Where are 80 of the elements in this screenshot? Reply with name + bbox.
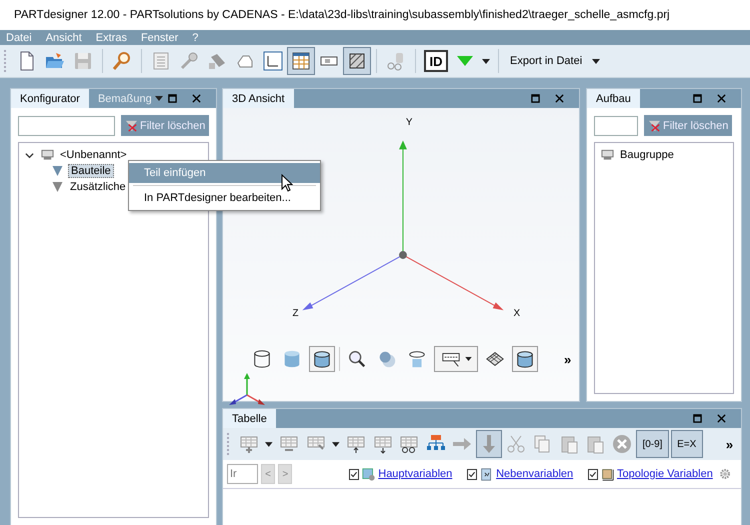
maximize-icon[interactable] <box>531 94 540 103</box>
close-icon[interactable] <box>717 414 726 423</box>
tree-item[interactable]: <Unbenannt> <box>58 149 129 161</box>
hatched-square-icon <box>347 51 367 71</box>
panel-tab[interactable]: Konfigurator <box>11 89 89 108</box>
cursor-icon <box>281 174 293 192</box>
axis-label: Z <box>292 308 299 320</box>
close-icon[interactable] <box>192 94 201 103</box>
more-button[interactable]: » <box>560 352 576 366</box>
panel-tab[interactable]: Aufbau <box>587 89 640 108</box>
assembly-icon <box>601 149 614 161</box>
caret-icon[interactable] <box>154 96 163 101</box>
close-icon[interactable] <box>555 94 564 103</box>
row-down-icon <box>372 434 393 454</box>
checkbox[interactable] <box>467 468 478 480</box>
view-button[interactable] <box>512 346 538 372</box>
maximize-icon[interactable] <box>168 94 177 103</box>
axis-triad-icon <box>227 371 267 407</box>
row-up-icon <box>346 434 366 454</box>
search-field[interactable]: Ir <box>227 464 258 484</box>
view-button[interactable] <box>309 346 335 372</box>
caret-icon[interactable] <box>482 58 490 64</box>
link-icon <box>386 51 406 71</box>
axis-label: Y <box>406 116 412 128</box>
chevron-icon[interactable] <box>25 150 34 160</box>
origin-point <box>399 251 407 259</box>
maximize-icon[interactable] <box>693 414 702 423</box>
table-add-icon <box>239 434 260 454</box>
table-icon <box>291 51 311 71</box>
copy-icon <box>532 434 552 454</box>
filter-link[interactable]: Hauptvariablen <box>378 468 452 480</box>
checkbox[interactable] <box>588 468 598 480</box>
zoom-icon <box>347 349 367 369</box>
checkbox[interactable] <box>349 468 360 480</box>
tree-item[interactable]: Bauteile <box>68 164 114 178</box>
export-button[interactable]: Export in Datei <box>504 55 606 67</box>
code-page-icon <box>480 466 494 482</box>
toolbar-button[interactable] <box>343 47 371 75</box>
list-icon <box>151 51 171 71</box>
cylinder-icon <box>282 349 302 369</box>
panel-tab[interactable]: 3D Ansicht <box>223 89 294 108</box>
maximize-icon[interactable] <box>693 94 702 103</box>
table-remove-icon <box>279 434 300 454</box>
folder-icon <box>45 51 65 71</box>
toolbar-button[interactable] <box>287 47 315 75</box>
tree-item[interactable]: Zusätzliche <box>68 181 128 193</box>
cylinder-icon <box>312 349 332 369</box>
caret-icon[interactable] <box>332 442 340 446</box>
tree-item[interactable]: Baugruppe <box>618 149 676 161</box>
settings-icon[interactable] <box>718 467 731 481</box>
cancel-icon <box>612 434 632 454</box>
id-button[interactable]: ID <box>424 50 448 72</box>
toolbar-button[interactable]: [0-9] <box>636 430 669 458</box>
table-gear-icon <box>362 466 376 482</box>
window-title: PARTdesigner 12.00 - PARTsolutions by CADENAS - E:\data\23d-libs\training\subassembly\finished2\traeger_schelle_asmcfg.prj <box>14 9 670 21</box>
cylinder-icon <box>515 349 535 369</box>
panel-tab[interactable]: Tabelle <box>223 409 276 428</box>
scissors-icon <box>506 434 526 454</box>
filter-link[interactable]: Nebenvariablen <box>496 468 574 480</box>
caret-icon <box>464 357 472 361</box>
caret-icon <box>592 58 600 64</box>
paste-icon <box>585 434 606 454</box>
filter-link[interactable]: Topologie Variablen <box>617 468 713 480</box>
caret-icon[interactable] <box>265 442 274 446</box>
frame-icon <box>600 466 614 482</box>
sphere-icon <box>377 349 397 369</box>
filter-field[interactable] <box>594 116 638 136</box>
view-button[interactable] <box>434 346 478 372</box>
toolbar-button[interactable]: E=X <box>670 430 703 458</box>
paste-icon <box>558 434 579 454</box>
more-button[interactable]: » <box>722 436 738 452</box>
search-icon <box>112 51 132 71</box>
cylinder-icon <box>252 349 272 369</box>
assembly-icon <box>41 149 54 161</box>
close-icon[interactable] <box>717 94 726 103</box>
rotate-icon <box>407 349 427 369</box>
axes-icon <box>263 51 283 71</box>
table-glasses-icon <box>399 434 420 454</box>
filter-field[interactable] <box>18 116 115 136</box>
axis-label: X <box>513 308 520 320</box>
